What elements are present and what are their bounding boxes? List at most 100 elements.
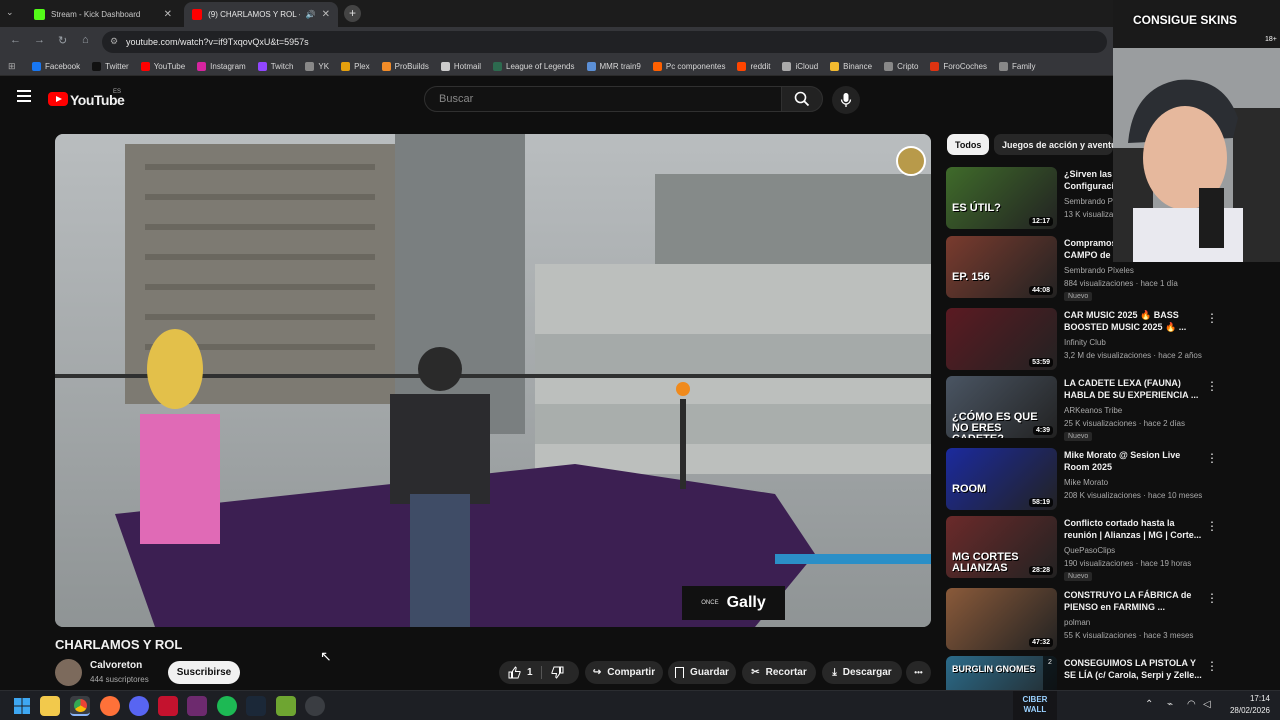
close-icon[interactable]: ✕ <box>322 9 330 20</box>
bookmark-item[interactable]: ForoCoches <box>930 61 987 71</box>
obs-icon[interactable] <box>305 696 325 716</box>
volume-icon[interactable]: ◁ <box>1203 699 1211 710</box>
chip-all[interactable]: Todos <box>947 134 990 155</box>
start-button[interactable] <box>12 696 32 716</box>
video-thumbnail[interactable]: ROOM 58:19 <box>946 448 1057 510</box>
chrome-icon[interactable] <box>70 696 90 716</box>
channel-name[interactable]: Mike Morato <box>1064 478 1108 487</box>
bookmark-item[interactable]: YouTube <box>140 61 185 71</box>
close-icon[interactable]: ✕ <box>164 9 172 20</box>
save-button[interactable]: Guardar <box>668 661 736 684</box>
bookmark-item[interactable]: Facebook <box>32 61 80 71</box>
video-player[interactable]: ONCE Gally <box>55 134 931 627</box>
tab-search-icon[interactable]: ⌄ <box>6 7 14 18</box>
bookmark-item[interactable]: Cripto <box>884 61 918 71</box>
bookmark-item[interactable]: YK <box>305 61 329 71</box>
video-thumbnail[interactable]: 53:59 <box>946 308 1057 370</box>
more-options-icon[interactable]: ⋮ <box>1206 451 1218 465</box>
back-icon[interactable]: ← <box>10 34 21 46</box>
speaker-icon[interactable]: 🔊 <box>306 10 316 19</box>
network-icon[interactable]: ⌁ <box>1167 699 1173 710</box>
bookmark-item[interactable]: Binance <box>830 61 872 71</box>
channel-name[interactable]: Calvoreton <box>90 660 142 671</box>
bookmark-item[interactable]: League of Legends <box>493 61 575 71</box>
apps-icon[interactable]: ⊞ <box>8 61 16 72</box>
menu-icon[interactable] <box>17 90 31 102</box>
reload-icon[interactable]: ↻ <box>58 34 67 47</box>
recommended-video[interactable]: MG CORTES ALIANZAS 28:28 Conflicto cortado… <box>946 516 1216 581</box>
video-title[interactable]: Conflicto cortado hasta la reunión | Ali… <box>1064 517 1204 541</box>
bookmark-item[interactable]: Pc componentes <box>652 61 725 71</box>
tray-chevron-icon[interactable]: ⌃ <box>1145 699 1153 710</box>
voice-search-button[interactable] <box>832 86 860 114</box>
new-tab-button[interactable]: + <box>344 5 361 22</box>
recommended-video[interactable]: ROOM 58:19 Mike Morato @ Sesion Live Room … <box>946 448 1216 512</box>
share-button[interactable]: ↪ Compartir <box>585 661 663 684</box>
wifi-icon[interactable]: ◠ <box>1187 699 1196 710</box>
more-options-icon[interactable]: ⋮ <box>1206 659 1218 673</box>
bookmark-item[interactable]: Family <box>999 61 1036 71</box>
bookmark-item[interactable]: Twitch <box>257 61 293 71</box>
channel-name[interactable]: Sembrando Píxeles <box>1064 266 1134 275</box>
channel-name[interactable]: QuePasoClips <box>1064 546 1115 555</box>
recommended-video[interactable]: 47:32 CONSTRUYO LA FÁBRICA de PIENSO en F… <box>946 588 1216 652</box>
clock-date[interactable]: 28/02/2026 <box>1216 706 1270 715</box>
video-thumbnail[interactable]: ¿CÓMO ES QUE NO ERES CADETE?4:39 <box>946 376 1057 438</box>
youtube-logo-icon[interactable] <box>48 92 68 106</box>
clip-button[interactable]: ✂ Recortar <box>742 661 816 684</box>
video-thumbnail[interactable]: 47:32 <box>946 588 1057 650</box>
video-thumbnail[interactable]: ES ÚTIL? 12:17 <box>946 167 1057 229</box>
home-icon[interactable]: ⌂ <box>82 34 89 46</box>
more-options-icon[interactable]: ⋮ <box>1206 379 1218 393</box>
chip-action-adventure[interactable]: Juegos de acción y aventura <box>994 134 1113 155</box>
video-title[interactable]: Mike Morato @ Sesion Live Room 2025 <box>1064 449 1204 473</box>
more-options-icon[interactable]: ⋮ <box>1206 311 1218 325</box>
recommended-video[interactable]: ¿CÓMO ES QUE NO ERES CADETE?4:39 LA CADET… <box>946 376 1216 441</box>
video-title[interactable]: Compramos CAMPO de ... <box>1064 237 1116 261</box>
spotify-icon[interactable] <box>217 696 237 716</box>
thumbnail-text: EP. 156 <box>952 271 990 283</box>
subscribe-button[interactable]: Suscribirse <box>168 661 240 684</box>
clock-time[interactable]: 17:14 <box>1226 694 1270 703</box>
nzxt-icon[interactable] <box>187 696 207 716</box>
channel-name[interactable]: polman <box>1064 618 1090 627</box>
bookmark-item[interactable]: reddit <box>737 61 770 71</box>
channel-avatar[interactable] <box>55 659 82 686</box>
tab-youtube[interactable]: (9) CHARLAMOS Y ROL - Yo 🔊 ✕ <box>184 2 338 27</box>
channel-name[interactable]: Infinity Club <box>1064 338 1106 347</box>
firefox-icon[interactable] <box>100 696 120 716</box>
steam-icon[interactable] <box>246 696 266 716</box>
site-info-icon[interactable]: ⚙ <box>110 36 118 47</box>
tab-kick-dashboard[interactable]: Stream - Kick Dashboard ✕ <box>26 2 180 27</box>
forward-icon[interactable]: → <box>34 34 45 46</box>
more-options-icon[interactable]: ⋮ <box>1206 591 1218 605</box>
bookmark-item[interactable]: Hotmail <box>440 61 481 71</box>
thumbs-down-icon[interactable] <box>551 666 564 679</box>
bookmark-item[interactable]: Instagram <box>197 61 246 71</box>
video-title[interactable]: ¿Sirven las Configuracio... <box>1064 168 1116 192</box>
xbox-icon[interactable] <box>276 696 296 716</box>
video-title[interactable]: CONSEGUIMOS LA PISTOLA Y SE LÍA (c/ Caro… <box>1064 657 1204 681</box>
bookmark-item[interactable]: ProBuilds <box>381 61 429 71</box>
file-explorer-icon[interactable] <box>40 696 60 716</box>
bookmark-item[interactable]: Plex <box>341 61 370 71</box>
recommended-video[interactable]: 53:59 CAR MUSIC 2025 🔥 BASS BOOSTED MUSIC… <box>946 308 1216 372</box>
search-button[interactable] <box>781 86 823 112</box>
bookmark-item[interactable]: MMR train9 <box>586 61 641 71</box>
bookmark-item[interactable]: iCloud <box>782 61 818 71</box>
address-bar[interactable]: ⚙ youtube.com/watch?v=if9TxqovQxU&t=5957… <box>102 31 1107 53</box>
channel-name[interactable]: ARKeanos Tribe <box>1064 406 1122 415</box>
download-button[interactable]: ⤓ Descargar <box>822 661 902 684</box>
video-title[interactable]: CAR MUSIC 2025 🔥 BASS BOOSTED MUSIC 2025… <box>1064 309 1204 333</box>
bookmark-item[interactable]: Twitter <box>92 61 129 71</box>
valorant-icon[interactable] <box>158 696 178 716</box>
video-thumbnail[interactable]: MG CORTES ALIANZAS 28:28 <box>946 516 1057 578</box>
more-actions-button[interactable]: ••• <box>906 661 931 684</box>
discord-icon[interactable] <box>129 696 149 716</box>
video-thumbnail[interactable]: EP. 156 44:08 <box>946 236 1057 298</box>
more-options-icon[interactable]: ⋮ <box>1206 519 1218 533</box>
like-button[interactable]: 1 <box>508 666 533 679</box>
video-title[interactable]: CONSTRUYO LA FÁBRICA de PIENSO en FARMIN… <box>1064 589 1204 613</box>
video-title[interactable]: LA CADETE LEXA (FAUNA) HABLA DE SU EXPER… <box>1064 377 1204 401</box>
search-input[interactable]: Buscar <box>424 86 782 112</box>
